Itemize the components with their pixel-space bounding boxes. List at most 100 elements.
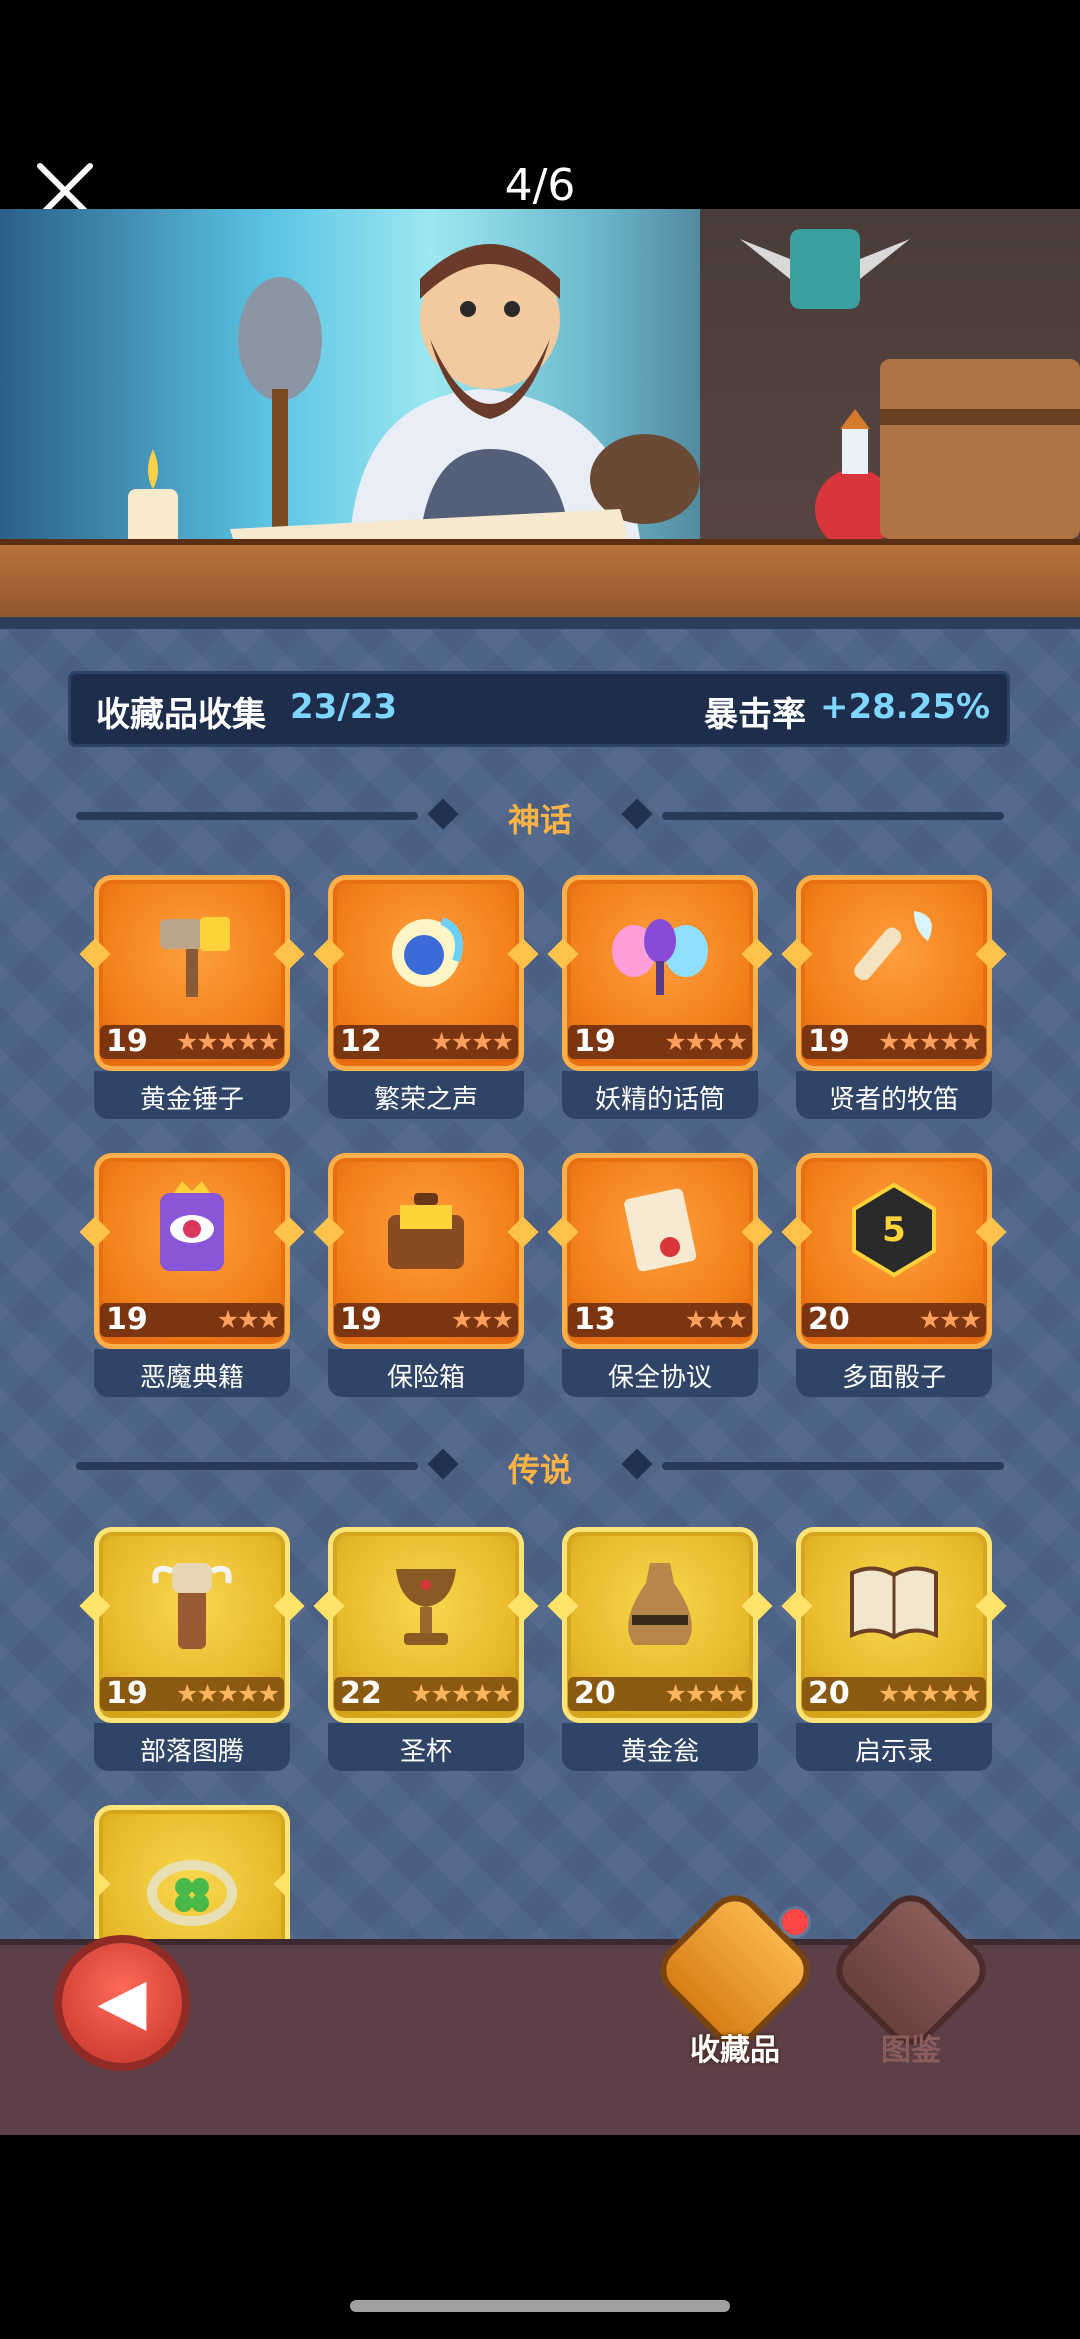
- level-bar: 20 ★★★: [802, 1303, 986, 1337]
- name-plate: 圣杯: [328, 1723, 524, 1771]
- treasure-chest-icon: [388, 1193, 464, 1269]
- home-indicator[interactable]: [350, 2300, 730, 2312]
- section-header-mythic: 神话: [76, 795, 1004, 839]
- item-level: 22: [340, 1676, 382, 1711]
- clover-ring-icon: [147, 1860, 237, 1926]
- banner-desk: [0, 539, 1080, 629]
- level-bar: 19 ★★★★★: [100, 1025, 284, 1059]
- star-rating: ★★★★: [664, 1027, 748, 1056]
- demon-book-icon: [160, 1181, 224, 1271]
- collectible-card[interactable]: [94, 1805, 290, 1939]
- banner-divider: [0, 617, 1080, 629]
- collectible-card[interactable]: 5 20 ★★★ 多面骰子: [781, 1153, 1007, 1397]
- item-name: 保险箱: [386, 1363, 465, 1393]
- name-plate: 恶魔典籍: [94, 1349, 290, 1397]
- collectible-card[interactable]: 22 ★★★★★ 圣杯: [313, 1527, 539, 1771]
- level-bar: 19 ★★★: [334, 1303, 518, 1337]
- star-rating: ★★★★★: [409, 1679, 514, 1708]
- section-title-legend: 传说: [507, 1451, 572, 1489]
- item-level: 19: [106, 1024, 148, 1059]
- level-bar: 22 ★★★★★: [334, 1677, 518, 1711]
- name-plate: 保全协议: [562, 1349, 758, 1397]
- viewer-top-bar: 4/6: [0, 0, 1080, 219]
- tab-collection[interactable]: 收藏品: [657, 1892, 813, 2085]
- level-bar: 20 ★★★★★: [802, 1677, 986, 1711]
- collectible-card[interactable]: 19 ★★★★★ 黄金锤子: [79, 875, 305, 1119]
- tab-label: 收藏品: [690, 2033, 780, 2068]
- name-plate: 部落图腾: [94, 1723, 290, 1771]
- star-rating: ★★★: [450, 1305, 514, 1334]
- item-name: 恶魔典籍: [139, 1363, 244, 1393]
- collectible-card[interactable]: 19 ★★★ 恶魔典籍: [79, 1153, 305, 1397]
- collectible-card[interactable]: 20 ★★★★ 黄金瓮: [547, 1527, 773, 1771]
- swirl-orb-icon: [392, 917, 463, 987]
- name-plate: 黄金锤子: [94, 1071, 290, 1119]
- crit-rate-label: 暴击率: [704, 695, 806, 735]
- image-counter: 4/6: [504, 160, 576, 211]
- item-level: 19: [106, 1676, 148, 1711]
- item-name: 圣杯: [399, 1737, 452, 1767]
- item-level: 20: [574, 1676, 616, 1711]
- star-rating: ★★★★: [430, 1027, 514, 1056]
- back-arrow-icon[interactable]: ◀: [62, 1943, 182, 2063]
- star-rating: ★★★★★: [877, 1027, 982, 1056]
- level-bar: 12 ★★★★: [334, 1025, 518, 1059]
- collectible-card[interactable]: 19 ★★★★ 妖精的话筒: [547, 875, 773, 1119]
- item-level: 13: [574, 1302, 616, 1337]
- item-level: 19: [340, 1302, 382, 1337]
- item-level: 20: [808, 1676, 850, 1711]
- star-rating: ★★★: [684, 1305, 748, 1334]
- tab-label: 图鉴: [881, 2033, 941, 2068]
- item-name: 多面骰子: [841, 1363, 946, 1393]
- item-level: 19: [808, 1024, 850, 1059]
- scroll-icon: [624, 1188, 697, 1272]
- item-name: 繁荣之声: [373, 1085, 478, 1115]
- collectible-card[interactable]: 19 ★★★★★ 部落图腾: [79, 1527, 305, 1771]
- collectible-card[interactable]: 19 ★★★ 保险箱: [313, 1153, 539, 1397]
- fairy-mic-icon: [612, 919, 708, 995]
- item-name: 保全协议: [607, 1363, 712, 1393]
- star-rating: ★★★: [918, 1305, 982, 1334]
- open-book-icon: [850, 1566, 938, 1640]
- notification-dot: [782, 1909, 808, 1935]
- name-plate: 启示录: [796, 1723, 992, 1771]
- item-level: 19: [106, 1302, 148, 1337]
- level-bar: 19 ★★★★★: [100, 1677, 284, 1711]
- collection-panel: 收藏品收集 23/23 暴击率 +28.25% 神话 19 ★★★★★ 黄金锤子: [0, 629, 1080, 1939]
- item-level: 20: [808, 1302, 850, 1337]
- dice-icon: 5: [852, 1182, 936, 1278]
- section-header-legend: 传说: [76, 1445, 1004, 1489]
- collectible-card[interactable]: 13 ★★★ 保全协议: [547, 1153, 773, 1397]
- star-rating: ★★★★★: [175, 1679, 280, 1708]
- collection-count: 23/23: [290, 687, 398, 727]
- totem-icon: [152, 1563, 232, 1649]
- item-level: 19: [574, 1024, 616, 1059]
- item-name: 黄金锤子: [139, 1085, 244, 1115]
- name-plate: 贤者的牧笛: [796, 1071, 992, 1119]
- flute-icon: [854, 911, 932, 981]
- level-bar: 19 ★★★★★: [802, 1025, 986, 1059]
- level-bar: 13 ★★★: [568, 1303, 752, 1337]
- collectible-card[interactable]: 20 ★★★★★ 启示录: [781, 1527, 1007, 1771]
- item-name: 启示录: [854, 1737, 933, 1767]
- name-plate: 保险箱: [328, 1349, 524, 1397]
- star-rating: ★★★: [216, 1305, 280, 1334]
- name-plate: 黄金瓮: [562, 1723, 758, 1771]
- name-plate: 妖精的话筒: [562, 1071, 758, 1119]
- tab-guide[interactable]: 图鉴: [833, 1892, 989, 2085]
- crit-rate-value: +28.25%: [820, 687, 991, 727]
- star-rating: ★★★★★: [877, 1679, 982, 1708]
- svg-text:5: 5: [882, 1210, 906, 1250]
- collection-summary: 收藏品收集 23/23 暴击率 +28.25%: [68, 671, 1010, 747]
- hammer-icon: [160, 917, 230, 997]
- collectible-card[interactable]: 19 ★★★★★ 贤者的牧笛: [781, 875, 1007, 1119]
- level-bar: 19 ★★★: [100, 1303, 284, 1337]
- name-plate: 多面骰子: [796, 1349, 992, 1397]
- item-name: 部落图腾: [139, 1737, 244, 1767]
- name-plate: 繁荣之声: [328, 1071, 524, 1119]
- collectible-card[interactable]: 12 ★★★★ 繁荣之声: [313, 875, 539, 1119]
- grail-icon: [396, 1569, 456, 1645]
- level-bar: 19 ★★★★: [568, 1025, 752, 1059]
- section-title-mythic: 神话: [507, 801, 572, 839]
- star-rating: ★★★★★: [175, 1027, 280, 1056]
